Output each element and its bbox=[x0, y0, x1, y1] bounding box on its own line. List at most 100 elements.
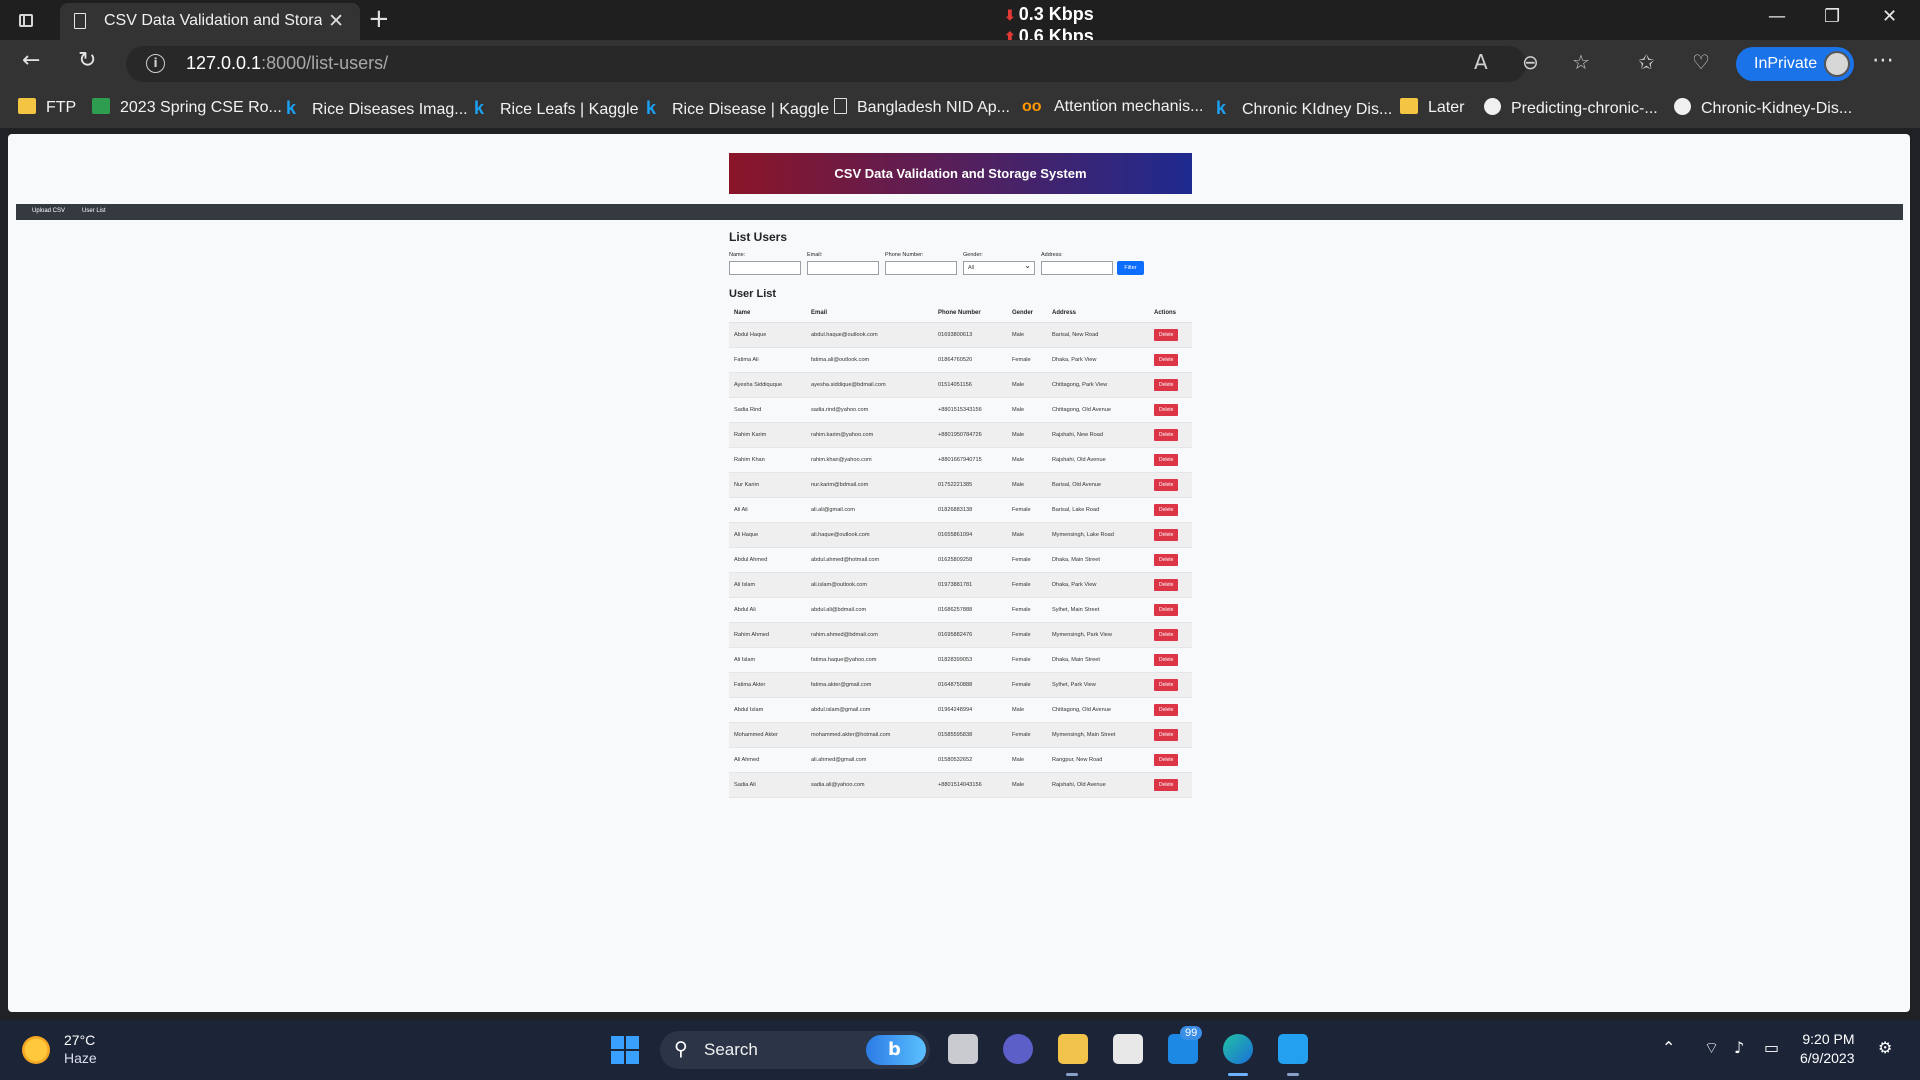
inprivate-label: InPrivate bbox=[1754, 55, 1818, 72]
active-tab[interactable]: CSV Data Validation and Storage ✕ bbox=[60, 3, 360, 40]
filter-button[interactable]: Filter bbox=[1117, 261, 1144, 275]
bookmark-chronic-kidney-github[interactable]: Chronic-Kidney-Dis... bbox=[1674, 98, 1852, 118]
favorite-star-icon[interactable]: ☆ bbox=[1572, 50, 1590, 74]
bookmark-rice-leafs[interactable]: k Rice Leafs | Kaggle bbox=[474, 98, 638, 119]
cell-actions: Delete bbox=[1149, 597, 1192, 623]
notifications-icon[interactable]: ⚙ bbox=[1878, 1038, 1892, 1057]
task-view-icon[interactable] bbox=[948, 1034, 978, 1064]
close-tab-icon[interactable]: ✕ bbox=[328, 10, 344, 32]
github-icon bbox=[1484, 98, 1501, 115]
url-field[interactable]: i 127.0.0.1:8000/list-users/ bbox=[126, 46, 1526, 82]
site-info-icon[interactable]: i bbox=[146, 54, 165, 73]
cell-actions: Delete bbox=[1149, 447, 1192, 473]
restore-button[interactable]: ❐ bbox=[1824, 6, 1840, 27]
arrow-down-icon: ⬇ bbox=[1004, 7, 1016, 23]
cell-address: Dhaka, Park View bbox=[1047, 347, 1149, 373]
file-explorer-icon[interactable] bbox=[1058, 1034, 1088, 1064]
name-filter-input[interactable] bbox=[729, 261, 801, 275]
favorites-icon[interactable]: ✩ bbox=[1638, 50, 1655, 74]
inprivate-button[interactable]: InPrivate bbox=[1736, 47, 1854, 81]
delete-button[interactable]: Delete bbox=[1154, 453, 1179, 466]
bing-icon[interactable]: b bbox=[866, 1035, 926, 1065]
cell-email: abdul.ahmed@hotmail.com bbox=[806, 547, 933, 573]
battery-icon[interactable]: ▭ bbox=[1764, 1038, 1779, 1057]
read-aloud-icon[interactable]: A bbox=[1474, 50, 1488, 74]
delete-button[interactable]: Delete bbox=[1154, 778, 1179, 791]
delete-button[interactable]: Delete bbox=[1154, 378, 1179, 391]
delete-button[interactable]: Delete bbox=[1154, 703, 1179, 716]
bookmark-spring-cse[interactable]: 2023 Spring CSE Ro... bbox=[92, 98, 282, 117]
nav-user-list[interactable]: User List bbox=[82, 208, 106, 214]
delete-button[interactable]: Delete bbox=[1154, 528, 1179, 541]
zoom-out-icon[interactable]: ⊖ bbox=[1522, 50, 1539, 74]
cell-name: Rahim Khan bbox=[729, 447, 806, 473]
url-text[interactable]: 127.0.0.1:8000/list-users/ bbox=[186, 53, 388, 74]
bookmark-rice-disease[interactable]: k Rice Disease | Kaggle bbox=[646, 98, 829, 119]
wifi-icon[interactable]: ⌔ bbox=[1704, 1038, 1719, 1058]
bookmark-rice-diseases[interactable]: k Rice Diseases Imag... bbox=[286, 98, 468, 119]
vscode-icon[interactable] bbox=[1278, 1034, 1308, 1064]
cell-phone: 01580532652 bbox=[933, 747, 1007, 773]
cell-email: ali.ahmed@gmail.com bbox=[806, 747, 933, 773]
delete-button[interactable]: Delete bbox=[1154, 353, 1179, 366]
delete-button[interactable]: Delete bbox=[1154, 428, 1179, 441]
delete-button[interactable]: Delete bbox=[1154, 553, 1179, 566]
delete-button[interactable]: Delete bbox=[1154, 628, 1179, 641]
windows-start-icon[interactable] bbox=[611, 1036, 639, 1064]
gender-select[interactable]: All ⌄ bbox=[963, 261, 1035, 275]
cell-phone: 01864760520 bbox=[933, 347, 1007, 373]
table-row: Fatima Ali fatima.ali@outlook.com 01864760… bbox=[729, 347, 1192, 373]
cell-actions: Delete bbox=[1149, 522, 1192, 548]
net-down-text: 0.3 Kbps bbox=[1018, 4, 1094, 24]
cell-gender: Male bbox=[1007, 447, 1047, 473]
delete-button[interactable]: Delete bbox=[1154, 753, 1179, 766]
bookmark-later[interactable]: Later bbox=[1400, 98, 1464, 117]
bookmark-ftp[interactable]: FTP bbox=[18, 98, 76, 117]
system-clock[interactable]: 9:20 PM 6/9/2023 bbox=[1800, 1030, 1855, 1068]
bookmark-label: Bangladesh NID Ap... bbox=[857, 99, 1010, 116]
delete-button[interactable]: Delete bbox=[1154, 728, 1179, 741]
cell-name: Abdul Ali bbox=[729, 597, 806, 623]
delete-button[interactable]: Delete bbox=[1154, 328, 1179, 341]
clock-date: 6/9/2023 bbox=[1800, 1050, 1855, 1066]
cell-name: Ayesha Siddiquque bbox=[729, 372, 806, 398]
bookmark-attention[interactable]: oo Attention mechanis... bbox=[1022, 98, 1203, 116]
cell-address: Sylhet, Main Street bbox=[1047, 597, 1149, 623]
bookmark-predicting[interactable]: Predicting-chronic-... bbox=[1484, 98, 1658, 118]
email-filter-input[interactable] bbox=[807, 261, 879, 275]
cell-phone: 01514051156 bbox=[933, 372, 1007, 398]
delete-button[interactable]: Delete bbox=[1154, 403, 1179, 416]
cell-address: Rajshahi, Old Avenue bbox=[1047, 447, 1149, 473]
weather-sun-icon bbox=[22, 1036, 50, 1064]
delete-button[interactable]: Delete bbox=[1154, 478, 1179, 491]
address-filter-input[interactable] bbox=[1041, 261, 1113, 275]
bookmark-nid[interactable]: Bangladesh NID Ap... bbox=[834, 98, 1010, 117]
teams-chat-icon[interactable] bbox=[1003, 1034, 1033, 1064]
delete-button[interactable]: Delete bbox=[1154, 578, 1179, 591]
user-list-heading: User List bbox=[729, 288, 777, 300]
delete-button[interactable]: Delete bbox=[1154, 678, 1179, 691]
delete-button[interactable]: Delete bbox=[1154, 503, 1179, 516]
new-tab-button[interactable]: + bbox=[368, 4, 390, 34]
volume-icon[interactable]: ♪ bbox=[1734, 1038, 1744, 1057]
nav-upload-csv[interactable]: Upload CSV bbox=[32, 208, 65, 214]
taskbar-search[interactable]: ⚲ Search b bbox=[660, 1031, 930, 1069]
cell-name: Nur Karim bbox=[729, 472, 806, 498]
cell-name: Sadia Rind bbox=[729, 397, 806, 423]
back-button[interactable]: ← bbox=[22, 48, 40, 73]
delete-button[interactable]: Delete bbox=[1154, 653, 1179, 666]
tab-actions-icon[interactable] bbox=[14, 8, 38, 32]
close-window-button[interactable]: ✕ bbox=[1882, 6, 1897, 27]
minimize-button[interactable]: — bbox=[1768, 6, 1786, 27]
edge-browser-icon[interactable] bbox=[1223, 1034, 1253, 1064]
microsoft-store-icon[interactable] bbox=[1113, 1034, 1143, 1064]
reload-button[interactable]: ↻ bbox=[78, 48, 96, 73]
browser-essentials-icon[interactable]: ♡ bbox=[1692, 50, 1710, 74]
cell-name: Abdul Islam bbox=[729, 697, 806, 723]
phone-filter-input[interactable] bbox=[885, 261, 957, 275]
address-filter-group: Address: bbox=[1041, 252, 1113, 275]
chevron-up-icon[interactable]: ⌃ bbox=[1662, 1038, 1675, 1057]
more-menu-icon[interactable]: ⋯ bbox=[1872, 48, 1894, 73]
bookmark-chronic-kidney[interactable]: k Chronic KIdney Dis... bbox=[1216, 98, 1392, 119]
delete-button[interactable]: Delete bbox=[1154, 603, 1179, 616]
